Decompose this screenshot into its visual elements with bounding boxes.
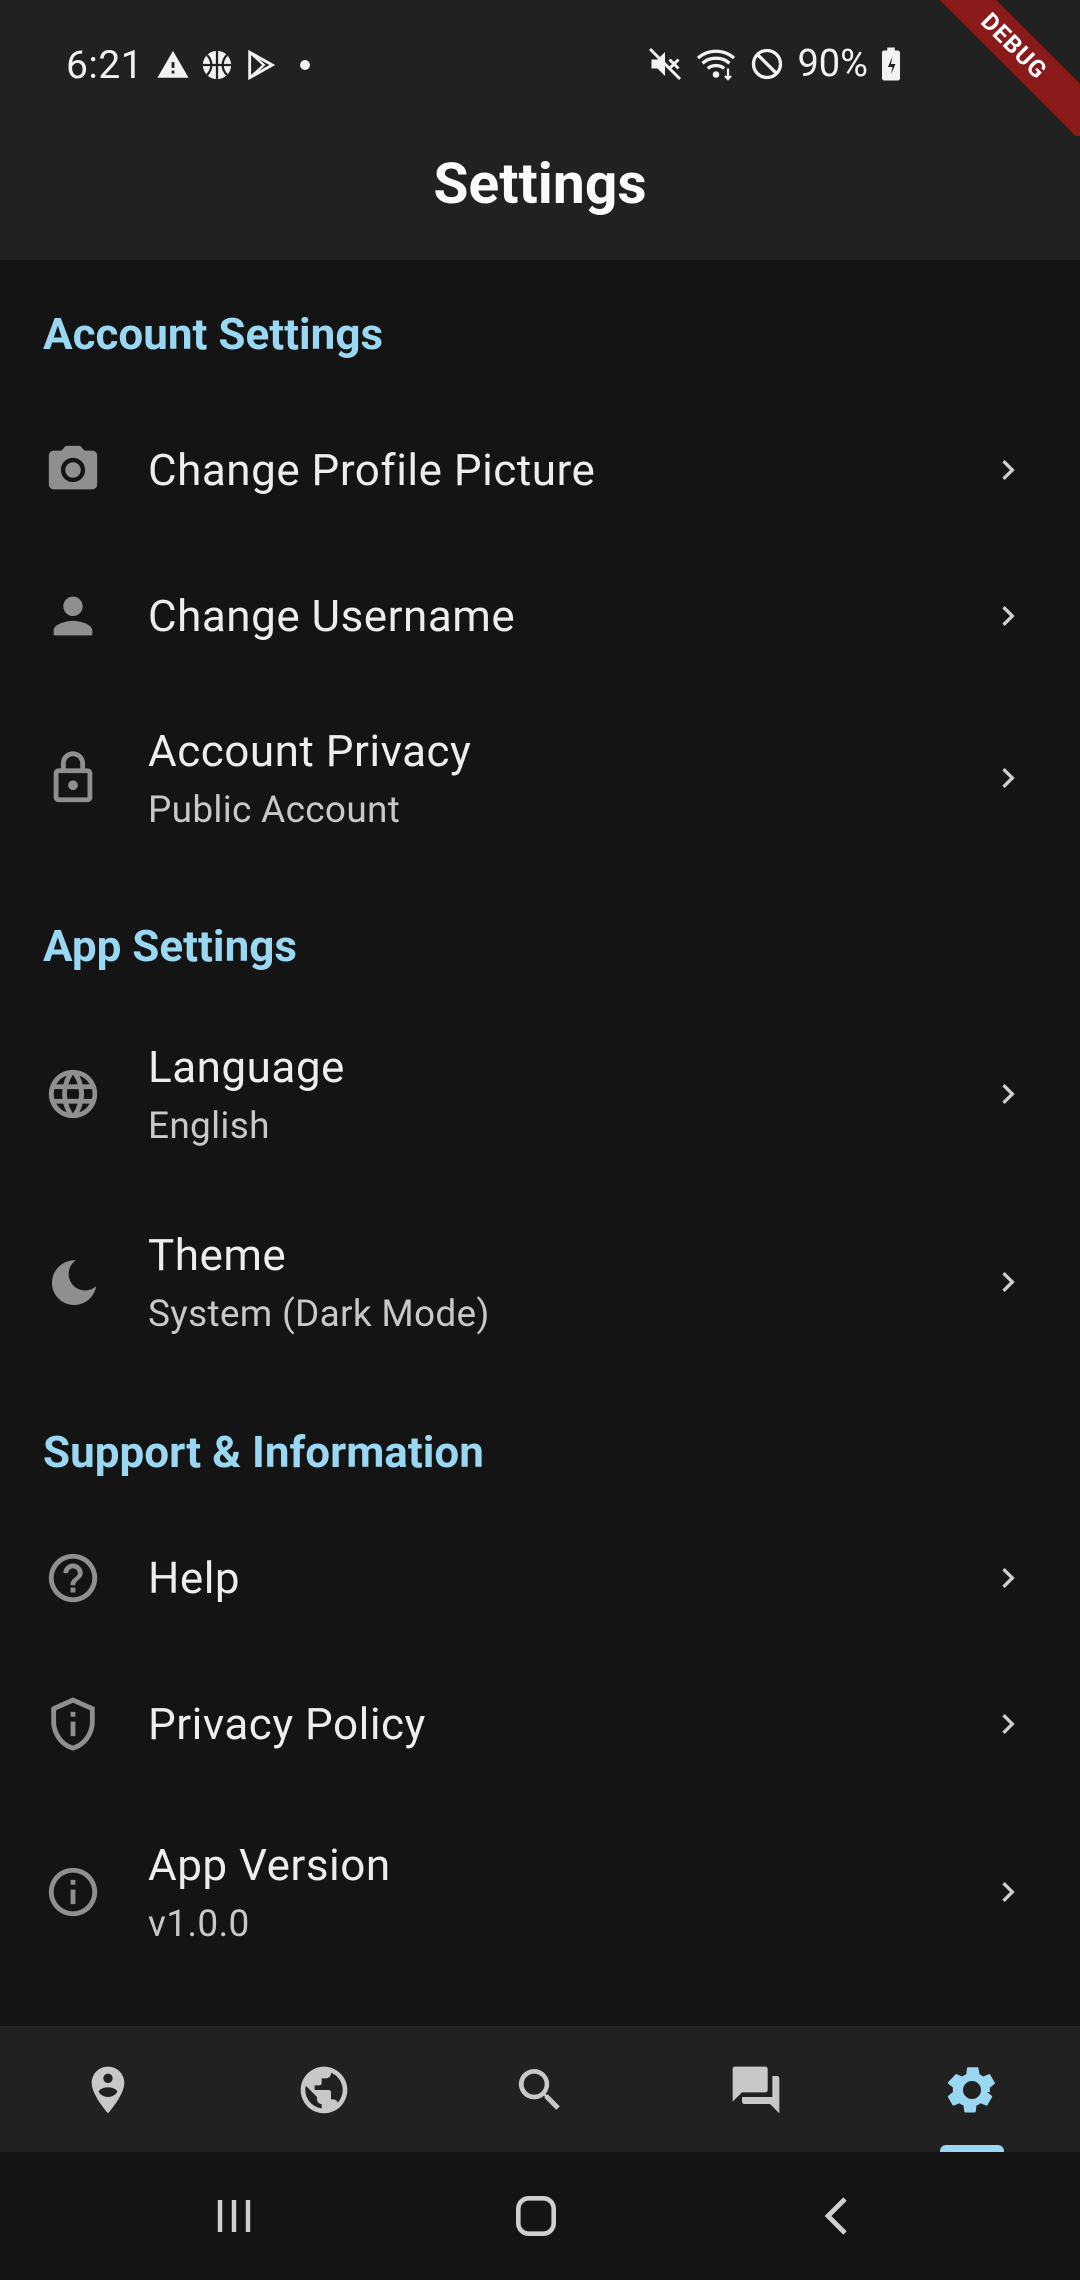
info-icon [42, 1861, 104, 1923]
settings-item-title: Help [148, 1552, 241, 1604]
settings-item-privacy-policy[interactable]: Privacy Policy [0, 1662, 1080, 1786]
chevron-right-icon [1002, 1084, 1015, 1104]
warning-icon [156, 48, 190, 82]
wifi-icon [695, 46, 737, 82]
nav-item-settings[interactable] [864, 2027, 1080, 2155]
lock-icon [42, 747, 104, 809]
dot-icon [288, 48, 322, 82]
back-button[interactable] [778, 2176, 898, 2256]
help-icon [42, 1547, 104, 1609]
settings-item-texts: Account Privacy Public Account [148, 725, 471, 832]
settings-item-change-profile-picture[interactable]: Change Profile Picture [0, 408, 1080, 532]
moon-icon [42, 1251, 104, 1313]
person-icon [42, 585, 104, 647]
status-system-icons: 90% [647, 42, 902, 86]
bottom-navigation [0, 2026, 1080, 2155]
settings-item-help[interactable]: Help [0, 1516, 1080, 1640]
chevron-right-icon [1002, 768, 1015, 788]
chevron-right-icon [1002, 1272, 1015, 1292]
settings-item-texts: Change Profile Picture [148, 444, 595, 496]
settings-item-theme[interactable]: Theme System (Dark Mode) [0, 1204, 1080, 1360]
section-title-app-settings: App Settings [43, 920, 297, 972]
recents-icon [217, 2200, 251, 2232]
status-notification-icons [156, 48, 322, 82]
settings-item-subtitle: System (Dark Mode) [148, 1292, 490, 1336]
settings-item-language[interactable]: Language English [0, 1016, 1080, 1172]
home-icon [516, 2196, 556, 2236]
basketball-icon [200, 48, 234, 82]
settings-gear-icon [947, 2067, 995, 2113]
settings-item-texts: App Version v1.0.0 [148, 1839, 391, 1946]
settings-item-title: Language [148, 1040, 345, 1093]
page-title: Settings [433, 150, 647, 217]
settings-item-texts: Theme System (Dark Mode) [148, 1229, 490, 1336]
status-bar: 6:21 90% [0, 0, 1080, 136]
chevron-right-icon [1002, 1568, 1015, 1588]
battery-percent: 90% [797, 42, 868, 86]
settings-item-title: Change Profile Picture [148, 444, 596, 496]
chevron-right-icon [1002, 1882, 1015, 1902]
settings-item-texts: Help [148, 1552, 240, 1604]
battery-charging-icon [880, 46, 902, 82]
nav-item-chat[interactable] [648, 2027, 864, 2153]
nav-item-map[interactable] [0, 2027, 216, 2153]
recents-button[interactable] [174, 2176, 294, 2256]
settings-item-texts: Language English [148, 1041, 345, 1148]
mute-icon [647, 46, 683, 82]
nav-item-search[interactable] [432, 2027, 648, 2153]
settings-list: Account Settings Change Profile Picture … [0, 260, 1080, 2026]
settings-item-subtitle: English [148, 1104, 270, 1148]
settings-item-title: Privacy Policy [148, 1698, 426, 1750]
section-title-account-settings: Account Settings [43, 308, 384, 360]
settings-item-subtitle: Public Account [148, 788, 401, 832]
settings-item-title: Account Privacy [148, 724, 472, 777]
search-icon [518, 2069, 560, 2110]
settings-item-title: App Version [148, 1838, 391, 1891]
settings-item-app-version[interactable]: App Version v1.0.0 [0, 1814, 1080, 1970]
app-bar: Settings [0, 136, 1080, 260]
settings-item-account-privacy[interactable]: Account Privacy Public Account [0, 700, 1080, 856]
nav-item-explore[interactable] [216, 2027, 432, 2153]
camera-icon [42, 439, 104, 501]
chevron-right-icon [1002, 1714, 1015, 1734]
system-navigation-bar [0, 2152, 1080, 2280]
back-icon [824, 2197, 847, 2235]
chat-icon [732, 2066, 780, 2114]
settings-item-subtitle: v1.0.0 [148, 1902, 250, 1946]
chevron-right-icon [1002, 606, 1015, 626]
play-store-icon [244, 48, 278, 82]
settings-item-title: Theme [148, 1228, 287, 1281]
settings-item-texts: Privacy Policy [148, 1698, 426, 1750]
shield-icon [42, 1693, 104, 1755]
globe-icon [42, 1063, 104, 1125]
earth-icon [300, 2066, 348, 2114]
settings-item-change-username[interactable]: Change Username [0, 554, 1080, 678]
status-time: 6:21 [66, 42, 144, 88]
chevron-right-icon [1002, 460, 1015, 480]
settings-item-title: Change Username [148, 590, 516, 642]
do-not-disturb-icon [749, 46, 785, 82]
settings-item-texts: Change Username [148, 590, 515, 642]
map-pin-icon [91, 2066, 125, 2114]
home-button[interactable] [476, 2176, 596, 2256]
section-title-support-information: Support & Information [43, 1426, 484, 1478]
